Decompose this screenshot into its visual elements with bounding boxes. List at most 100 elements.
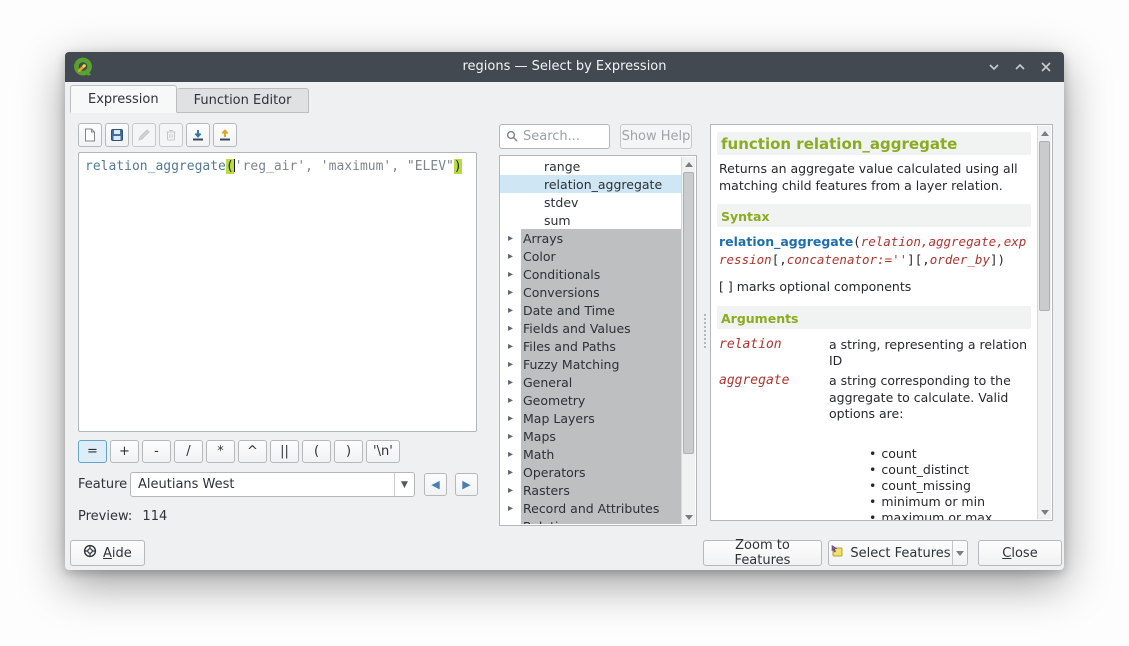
function-list: range relation_aggregate stdev sum ▸Arra… [499,155,697,526]
optional-components-note: [ ] marks optional components [719,279,1031,296]
function-group-record-and-attributes[interactable]: ▸Record and Attributes [500,499,681,517]
function-group-fields-and-values[interactable]: ▸Fields and Values [500,319,681,337]
scrollbar-thumb[interactable] [683,172,694,454]
op-divide-button[interactable]: / [174,440,203,463]
argument-name: relation [719,337,829,370]
help-function-title: function relation_aggregate [721,135,957,153]
titlebar[interactable]: regions — Select by Expression [65,52,1064,82]
search-input[interactable] [523,129,593,144]
op-newline-button[interactable]: '\n' [366,440,400,463]
function-group-conversions[interactable]: ▸Conversions [500,283,681,301]
chevron-down-icon: ▼ [394,473,414,496]
aggregate-option: count [869,446,1031,462]
arguments-heading: Arguments [721,311,799,326]
aggregate-options-list: count count_distinct count_missing minim… [869,446,1031,520]
export-expressions-icon[interactable] [213,123,237,147]
select-features-icon [830,544,844,562]
save-expression-icon[interactable] [105,123,129,147]
feature-combobox-value: Aleutians West [131,477,394,492]
close-button[interactable]: Close [978,540,1062,566]
function-group-arrays[interactable]: ▸Arrays [500,229,681,247]
function-item-relation-aggregate[interactable]: relation_aggregate [500,175,681,193]
argument-description: a string, representing a relation ID [829,337,1031,370]
expression-arguments: 'reg_air', 'maximum', "ELEV" [235,159,454,174]
op-minus-button[interactable]: - [142,440,171,463]
lifebuoy-icon [83,544,97,562]
select-features-main[interactable]: Select Features [829,541,952,565]
scroll-up-icon[interactable] [1038,126,1052,140]
function-item-range[interactable]: range [500,157,681,175]
matched-paren-open: ( [226,159,234,174]
function-list-viewport: range relation_aggregate stdev sum ▸Arra… [500,157,681,524]
help-panel-scrollbar[interactable] [1037,126,1051,519]
chevron-right-icon: ▸ [500,413,521,424]
select-features-label: Select Features [850,546,950,561]
window-controls [986,52,1054,82]
matched-paren-close: ) [454,159,462,174]
select-features-button[interactable]: Select Features [828,540,968,566]
screen-background: regions — Select by Expression Expressio… [0,0,1129,646]
function-group-fuzzy-matching[interactable]: ▸Fuzzy Matching [500,355,681,373]
chevron-right-icon: ▸ [500,467,521,478]
maximize-icon[interactable] [1012,59,1028,75]
close-button-label: Close [1002,546,1037,561]
op-open-paren-button[interactable]: ( [302,440,331,463]
op-concat-button[interactable]: || [270,440,299,463]
function-group-geometry[interactable]: ▸Geometry [500,391,681,409]
chevron-right-icon: ▸ [500,395,521,406]
tab-function-editor[interactable]: Function Editor [177,88,310,113]
panel-splitter[interactable] [704,314,706,348]
import-expressions-icon[interactable] [186,123,210,147]
aggregate-option: count_missing [869,478,1031,494]
op-equals-button[interactable]: = [78,440,107,463]
chevron-right-icon: ▸ [500,503,521,514]
function-help-content: function relation_aggregate Returns an a… [711,125,1037,520]
function-item-sum[interactable]: sum [500,211,681,229]
function-group-relations[interactable]: ▸Relations [500,517,681,524]
new-expression-icon[interactable] [78,123,102,147]
aggregate-option: count_distinct [869,462,1031,478]
scroll-down-icon[interactable] [682,510,696,524]
feature-combobox[interactable]: Aleutians West ▼ [130,472,415,497]
chevron-right-icon: ▸ [500,485,521,496]
function-group-operators[interactable]: ▸Operators [500,463,681,481]
function-group-maps[interactable]: ▸Maps [500,427,681,445]
tab-expression[interactable]: Expression [70,85,177,113]
chevron-right-icon: ▸ [500,251,521,262]
function-group-rasters[interactable]: ▸Rasters [500,481,681,499]
op-close-paren-button[interactable]: ) [334,440,363,463]
op-multiply-button[interactable]: * [206,440,235,463]
function-group-conditionals[interactable]: ▸Conditionals [500,265,681,283]
zoom-to-features-button[interactable]: Zoom to Features [703,540,822,566]
select-features-dropdown[interactable] [952,541,967,565]
scrollbar-thumb[interactable] [1039,141,1050,311]
function-group-math[interactable]: ▸Math [500,445,681,463]
feature-label: Feature [78,477,130,492]
scroll-down-icon[interactable] [1038,505,1052,519]
chevron-right-icon: ▸ [500,449,521,460]
function-group-general[interactable]: ▸General [500,373,681,391]
arrow-left-icon: ◀ [431,478,439,491]
function-list-scrollbar[interactable] [681,157,695,524]
delete-expression-icon [159,123,183,147]
help-description: Returns an aggregate value calculated us… [719,161,1031,194]
help-button[interactable]: Aide [70,540,145,566]
chevron-right-icon: ▸ [500,377,521,388]
expression-editor[interactable]: relation_aggregate('reg_air', 'maximum',… [78,152,477,432]
help-button-label: Aide [103,546,132,561]
function-item-stdev[interactable]: stdev [500,193,681,211]
function-group-map-layers[interactable]: ▸Map Layers [500,409,681,427]
function-group-date-and-time[interactable]: ▸Date and Time [500,301,681,319]
shade-icon[interactable] [986,59,1002,75]
search-icon [506,127,518,146]
op-power-button[interactable]: ^ [238,440,267,463]
show-help-button[interactable]: Show Help [620,124,692,149]
previous-feature-button[interactable]: ◀ [424,473,447,496]
function-group-files-and-paths[interactable]: ▸Files and Paths [500,337,681,355]
close-icon[interactable] [1038,59,1054,75]
scroll-up-icon[interactable] [682,157,696,171]
chevron-right-icon: ▸ [500,233,521,244]
next-feature-button[interactable]: ▶ [455,473,478,496]
function-group-color[interactable]: ▸Color [500,247,681,265]
op-plus-button[interactable]: + [110,440,139,463]
